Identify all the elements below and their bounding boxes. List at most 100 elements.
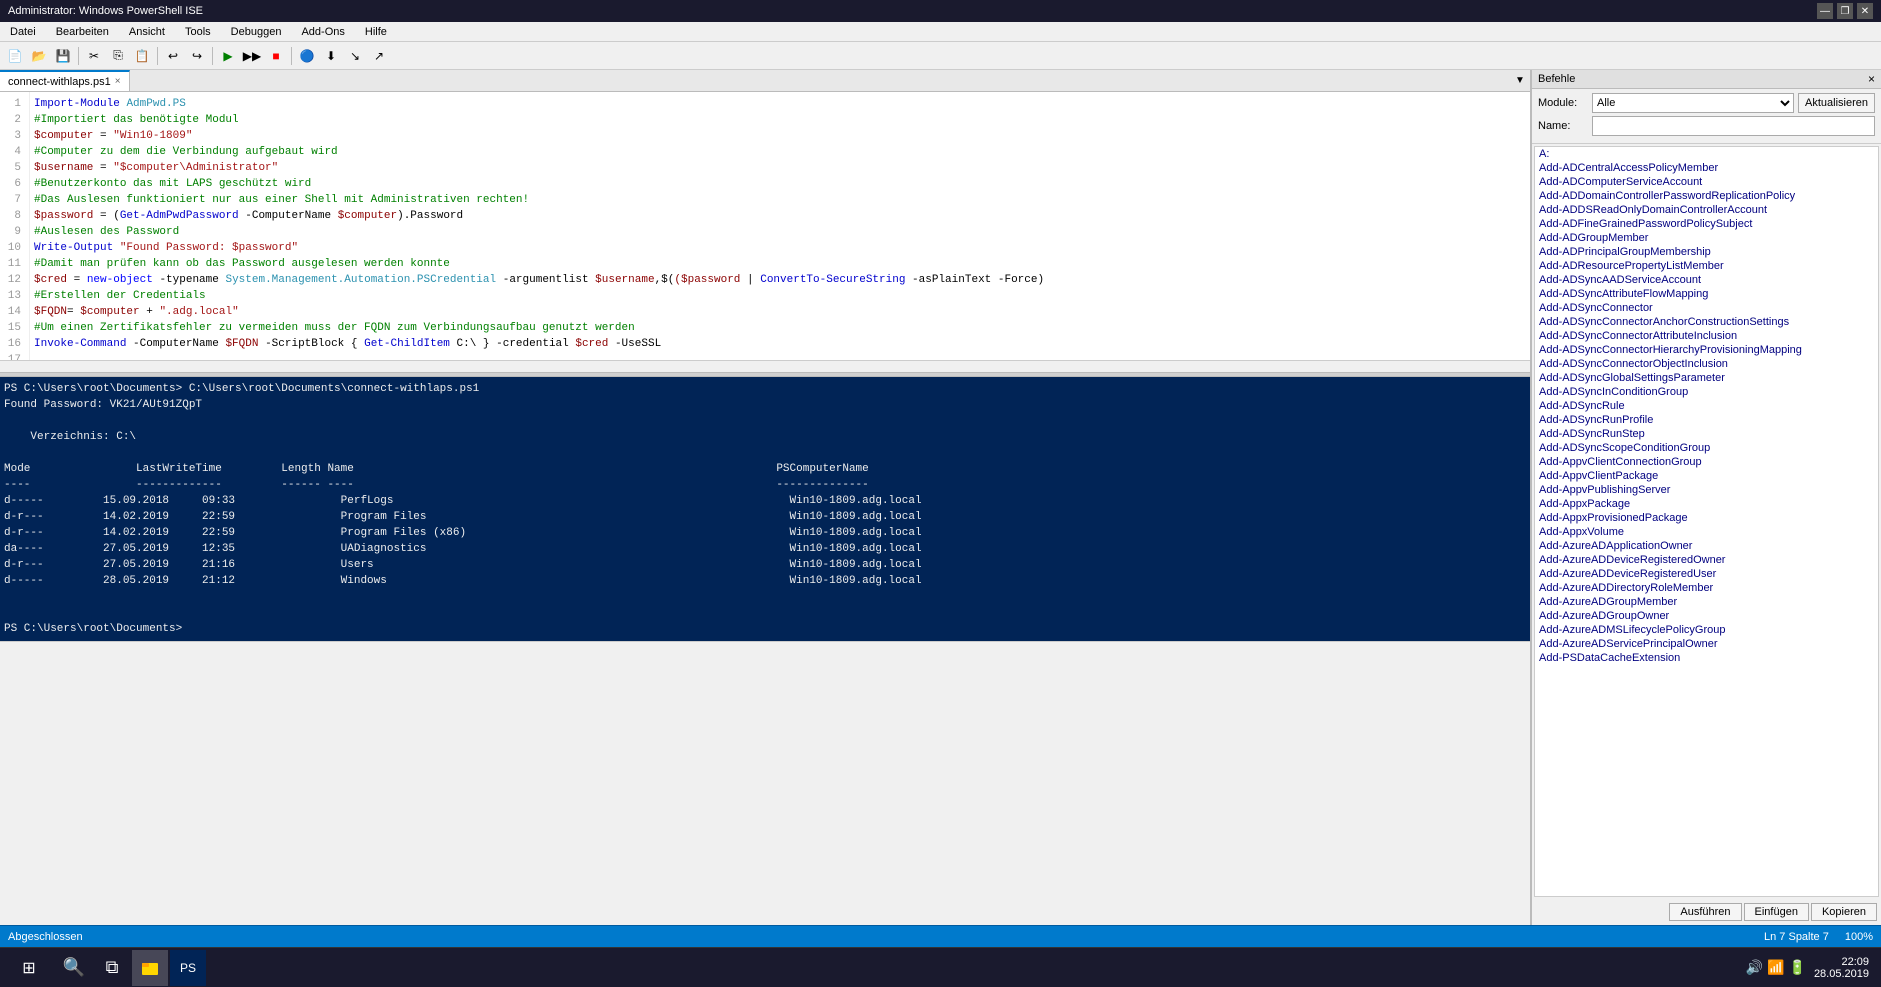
toolbar-paste[interactable]: 📋 <box>131 45 153 67</box>
command-item[interactable]: Add-ADSyncAADServiceAccount <box>1535 273 1878 287</box>
toolbar-step2[interactable]: ↘ <box>344 45 366 67</box>
menu-ansicht[interactable]: Ansicht <box>123 24 171 40</box>
einfugen-button[interactable]: Einfügen <box>1744 903 1809 921</box>
command-item[interactable]: Add-ADPrincipalGroupMembership <box>1535 245 1878 259</box>
kopieren-button[interactable]: Kopieren <box>1811 903 1877 921</box>
command-item[interactable]: Add-ADSyncGlobalSettingsParameter <box>1535 371 1878 385</box>
command-item[interactable]: Add-ADComputerServiceAccount <box>1535 175 1878 189</box>
toolbar-save[interactable]: 💾 <box>52 45 74 67</box>
menu-addons[interactable]: Add-Ons <box>295 24 350 40</box>
command-item[interactable]: Add-AppxPackage <box>1535 497 1878 511</box>
taskbar-powershell-icon[interactable]: PS <box>170 950 206 986</box>
command-item[interactable]: Add-AzureADServicePrincipalOwner <box>1535 637 1878 651</box>
toolbar-step[interactable]: ⬇ <box>320 45 342 67</box>
name-input[interactable] <box>1592 116 1875 136</box>
command-item[interactable]: Add-AzureADGroupMember <box>1535 595 1878 609</box>
command-item[interactable]: Add-ADSyncConnector <box>1535 301 1878 315</box>
command-item[interactable]: Add-AppxVolume <box>1535 525 1878 539</box>
tab-bar: connect-withlaps.ps1 × ▼ <box>0 70 1530 92</box>
tab-close-button[interactable]: × <box>115 76 121 87</box>
menu-debuggen[interactable]: Debuggen <box>225 24 288 40</box>
taskbar-clock[interactable]: 22:09 28.05.2019 <box>1814 956 1869 980</box>
toolbar-runsel[interactable]: ▶▶ <box>241 45 263 67</box>
command-item[interactable]: Add-ADCentralAccessPolicyMember <box>1535 161 1878 175</box>
toolbar-new[interactable]: 📄 <box>4 45 26 67</box>
menu-datei[interactable]: Datei <box>4 24 42 40</box>
command-item[interactable]: Add-AppxProvisionedPackage <box>1535 511 1878 525</box>
command-item[interactable]: Add-AzureADDeviceRegisteredOwner <box>1535 553 1878 567</box>
terminal-area: PS C:\Users\root\Documents> C:\Users\roo… <box>0 377 1530 925</box>
command-item[interactable]: Add-ADSyncScopeConditionGroup <box>1535 441 1878 455</box>
command-item[interactable]: A: <box>1535 147 1878 161</box>
aktualisieren-button[interactable]: Aktualisieren <box>1798 93 1875 113</box>
toolbar-debug[interactable]: 🔵 <box>296 45 318 67</box>
minimize-button[interactable]: — <box>1817 3 1833 19</box>
commands-panel-close[interactable]: × <box>1868 72 1875 86</box>
name-label: Name: <box>1538 120 1588 132</box>
cursor-position: Ln 7 Spalte 7 <box>1764 931 1829 943</box>
command-item[interactable]: Add-PSDataCacheExtension <box>1535 651 1878 665</box>
command-item[interactable]: Add-ADGroupMember <box>1535 231 1878 245</box>
command-item[interactable]: Add-ADDomainControllerPasswordReplicatio… <box>1535 189 1878 203</box>
taskbar-taskview-icon[interactable]: ⧉ <box>94 950 130 986</box>
zoom-level: 100% <box>1845 931 1873 943</box>
command-item[interactable]: Add-ADFineGrainedPasswordPolicySubject <box>1535 217 1878 231</box>
command-item[interactable]: Add-ADSyncInConditionGroup <box>1535 385 1878 399</box>
taskbar-start-button[interactable]: ⊞ <box>4 950 54 986</box>
command-item[interactable]: Add-AppvPublishingServer <box>1535 483 1878 497</box>
command-item[interactable]: Add-AzureADGroupOwner <box>1535 609 1878 623</box>
command-item[interactable]: Add-ADDSReadOnlyDomainControllerAccount <box>1535 203 1878 217</box>
menu-bearbeiten[interactable]: Bearbeiten <box>50 24 115 40</box>
ausfuhren-button[interactable]: Ausführen <box>1669 903 1741 921</box>
menu-hilfe[interactable]: Hilfe <box>359 24 393 40</box>
toolbar-cut[interactable]: ✂ <box>83 45 105 67</box>
terminal-pane[interactable]: PS C:\Users\root\Documents> C:\Users\roo… <box>0 377 1530 641</box>
tab-connect-withlaps[interactable]: connect-withlaps.ps1 × <box>0 70 130 91</box>
module-select[interactable]: Alle <box>1592 93 1794 113</box>
command-item[interactable]: Add-ADResourcePropertyListMember <box>1535 259 1878 273</box>
command-item[interactable]: Add-AzureADApplicationOwner <box>1535 539 1878 553</box>
toolbar-run[interactable]: ▶ <box>217 45 239 67</box>
close-window-button[interactable]: ✕ <box>1857 3 1873 19</box>
editor-pane[interactable]: 12345 678910 1112131415 161718 Import-Mo… <box>0 92 1530 360</box>
command-item[interactable]: Add-ADSyncRule <box>1535 399 1878 413</box>
toolbar: 📄 📂 💾 ✂ ⎘ 📋 ↩ ↪ ▶ ▶▶ ■ 🔵 ⬇ ↘ ↗ <box>0 42 1881 70</box>
editor-scrollbar-h[interactable] <box>0 360 1530 372</box>
editor-top: 12345 678910 1112131415 161718 Import-Mo… <box>0 92 1530 372</box>
command-item[interactable]: Add-ADSyncConnectorAnchorConstructionSet… <box>1535 315 1878 329</box>
command-item[interactable]: Add-AppvClientConnectionGroup <box>1535 455 1878 469</box>
status-text: Abgeschlossen <box>8 931 83 943</box>
command-item[interactable]: Add-AzureADDeviceRegisteredUser <box>1535 567 1878 581</box>
editor-content[interactable]: Import-Module AdmPwd.PS #Importiert das … <box>30 92 1530 360</box>
taskbar: ⊞ 🔍 ⧉ PS 🔊 📶 🔋 22:09 28.05.2019 <box>0 947 1881 987</box>
command-item[interactable]: Add-ADSyncAttributeFlowMapping <box>1535 287 1878 301</box>
toolbar-step3[interactable]: ↗ <box>368 45 390 67</box>
tab-scroll-btn[interactable]: ▼ <box>1510 70 1530 91</box>
toolbar-sep1 <box>78 47 79 65</box>
toolbar-stop[interactable]: ■ <box>265 45 287 67</box>
taskbar-explorer-icon[interactable] <box>132 950 168 986</box>
command-item[interactable]: Add-ADSyncRunStep <box>1535 427 1878 441</box>
terminal-scrollbar-h[interactable] <box>0 641 1530 653</box>
command-item[interactable]: Add-ADSyncConnectorAttributeInclusion <box>1535 329 1878 343</box>
toolbar-sep2 <box>157 47 158 65</box>
commands-list: A:Add-ADCentralAccessPolicyMemberAdd-ADC… <box>1534 146 1879 897</box>
maximize-button[interactable]: ❐ <box>1837 3 1853 19</box>
taskbar-time: 22:09 <box>1814 956 1869 968</box>
toolbar-open[interactable]: 📂 <box>28 45 50 67</box>
toolbar-redo[interactable]: ↪ <box>186 45 208 67</box>
command-item[interactable]: Add-ADSyncRunProfile <box>1535 413 1878 427</box>
command-item[interactable]: Add-AppvClientPackage <box>1535 469 1878 483</box>
toolbar-undo[interactable]: ↩ <box>162 45 184 67</box>
commands-footer: Ausführen Einfügen Kopieren <box>1532 899 1881 925</box>
toolbar-copy[interactable]: ⎘ <box>107 45 129 67</box>
command-item[interactable]: Add-AzureADMSLifecyclePolicyGroup <box>1535 623 1878 637</box>
command-item[interactable]: Add-ADSyncConnectorObjectInclusion <box>1535 357 1878 371</box>
taskbar-search-icon[interactable]: 🔍 <box>56 950 92 986</box>
status-right: Ln 7 Spalte 7 100% <box>1764 931 1873 943</box>
command-item[interactable]: Add-AzureADDirectoryRoleMember <box>1535 581 1878 595</box>
command-item[interactable]: Add-ADSyncConnectorHierarchyProvisioning… <box>1535 343 1878 357</box>
commands-panel-title: Befehle <box>1538 73 1575 85</box>
tab-label: connect-withlaps.ps1 <box>8 76 111 88</box>
menu-tools[interactable]: Tools <box>179 24 217 40</box>
